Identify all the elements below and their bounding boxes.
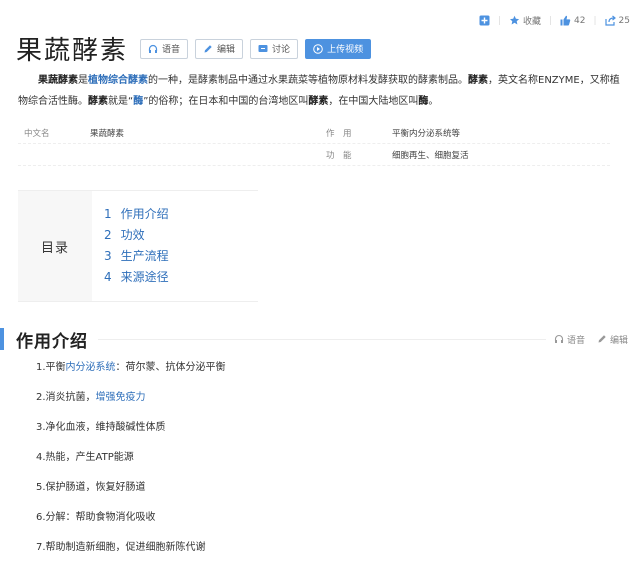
section-edit-button[interactable]: 编辑 [597, 333, 628, 346]
voice-label: 语音 [162, 45, 181, 55]
star-icon [509, 15, 520, 26]
list-item: 7.帮助制造新细胞，促进细胞新陈代谢 [36, 542, 206, 553]
summary-text: 是 [78, 75, 88, 86]
toc-num: 3 [104, 249, 112, 263]
toc-item[interactable]: 4 来源途径 [104, 267, 169, 288]
summary-term: 果蔬酵素 [38, 75, 78, 86]
toc-text: 生产流程 [120, 249, 169, 263]
section-voice-button[interactable]: 语音 [554, 333, 585, 346]
table-of-contents: 目录 1 作用介绍 2 功效 3 生产流程 4 来源途径 [18, 190, 258, 302]
section-voice-label: 语音 [566, 335, 585, 346]
share-icon [604, 15, 616, 26]
toc-text: 作用介绍 [120, 207, 169, 221]
edit-label: 编辑 [217, 45, 236, 55]
list-text: ：荷尔蒙、抗体分泌平衡 [115, 362, 226, 373]
list-item: 5.保护肠道，恢复好肠道 [36, 482, 146, 493]
favorite-button[interactable]: 收藏 [509, 14, 541, 27]
list-item: 1.平衡内分泌系统：荷尔蒙、抗体分泌平衡 [36, 358, 226, 388]
toc-item[interactable]: 1 作用介绍 [104, 204, 169, 225]
headphones-icon [148, 44, 158, 54]
toc-num: 4 [104, 270, 112, 284]
upload-video-label: 上传视频 [327, 45, 364, 55]
section-accent-bar [0, 328, 4, 350]
top-actions: | 收藏 | 42 | 25 [479, 14, 630, 27]
summary-term: 酵素 [468, 75, 488, 86]
upload-video-button[interactable]: 上传视频 [305, 38, 372, 59]
play-circle-icon [313, 43, 323, 54]
like-button[interactable]: 42 [560, 15, 586, 26]
pencil-icon [597, 334, 607, 344]
toc-label: 目录 [18, 191, 92, 301]
info-key: 中文名 [24, 128, 50, 139]
section-divider [98, 338, 546, 340]
share-count: 25 [618, 15, 630, 26]
summary-term: 酵素 [308, 96, 329, 107]
list-item: 4.热能，产生ATP能源 [36, 452, 134, 463]
list-item: 2.消炎抗菌，增强免疫力 [36, 388, 226, 418]
like-count: 42 [574, 15, 586, 26]
summary-text: 的一种，是酵素制品中通过水果蔬菜等植物原材料发酵获取的酵素制品。 [148, 75, 468, 86]
list-item: 3.净化血液，维持酸碱性体质 [36, 422, 166, 433]
headphones-icon [554, 334, 564, 344]
link-endocrine-system[interactable]: 内分泌系统 [66, 362, 116, 373]
toc-num: 2 [104, 228, 112, 242]
info-value: 细胞再生、细胞复活 [392, 150, 469, 161]
edit-button[interactable]: 编辑 [195, 38, 244, 59]
info-value: 果蔬酵素 [90, 128, 125, 139]
list-text: 2.消炎抗菌， [36, 392, 96, 403]
section-title: 作用介绍 [16, 331, 88, 352]
link-enzyme[interactable]: 酶 [133, 96, 143, 107]
link-plant-enzyme[interactable]: 植物综合酵素 [88, 75, 148, 86]
info-key: 功 能 [326, 150, 352, 161]
info-value: 平衡内分泌系统等 [392, 128, 461, 139]
discuss-label: 讨论 [272, 45, 291, 55]
page-title: 果蔬酵素 [16, 36, 129, 66]
section-header: 作用介绍 语音 编辑 [0, 326, 640, 352]
function-list: 1.平衡内分泌系统：荷尔蒙、抗体分泌平衡 2.消炎抗菌，增强免疫力 3.净化血液… [36, 358, 226, 568]
info-row: 功 能 细胞再生、细胞复活 [18, 144, 610, 166]
favorite-label: 收藏 [522, 17, 541, 27]
toc-text: 功效 [120, 228, 145, 242]
toc-num: 1 [104, 207, 112, 221]
summary-paragraph: 果蔬酵素是植物综合酵素的一种，是酵素制品中通过水果蔬菜等植物原材料发酵获取的酵素… [18, 70, 628, 112]
list-item: 6.分解：帮助食物消化吸收 [36, 512, 156, 523]
toc-item[interactable]: 3 生产流程 [104, 246, 169, 267]
comment-icon [258, 44, 268, 54]
link-immunity[interactable]: 增强免疫力 [96, 392, 146, 403]
info-key: 作 用 [326, 128, 352, 139]
info-table: 中文名 果蔬酵素 作 用 平衡内分泌系统等 功 能 细胞再生、细胞复活 [18, 122, 610, 166]
summary-term: 酵素 [88, 96, 108, 107]
summary-term: 酶 [418, 96, 429, 107]
toc-text: 来源途径 [120, 270, 169, 284]
voice-button[interactable]: 语音 [140, 38, 189, 59]
discuss-button[interactable]: 讨论 [250, 38, 299, 59]
summary-text: ，在中国大陆地区叫 [328, 96, 419, 107]
toc-item[interactable]: 2 功效 [104, 225, 169, 246]
list-text: 1.平衡 [36, 362, 66, 373]
add-icon[interactable] [479, 15, 490, 26]
share-button[interactable]: 25 [604, 15, 630, 26]
summary-text: 。 [428, 96, 439, 107]
thumbs-up-icon [560, 15, 571, 26]
page-header: 果蔬酵素 语音 编辑 讨论 上传视频 [16, 30, 378, 67]
summary-text: 就是“ [108, 96, 134, 107]
toc-list: 1 作用介绍 2 功效 3 生产流程 4 来源途径 [92, 191, 169, 301]
summary-text: ”的俗称；在日本和中国的台湾地区叫 [143, 96, 309, 107]
pencil-icon [203, 44, 213, 54]
section-edit-label: 编辑 [609, 335, 628, 346]
info-row: 中文名 果蔬酵素 作 用 平衡内分泌系统等 [18, 122, 610, 144]
